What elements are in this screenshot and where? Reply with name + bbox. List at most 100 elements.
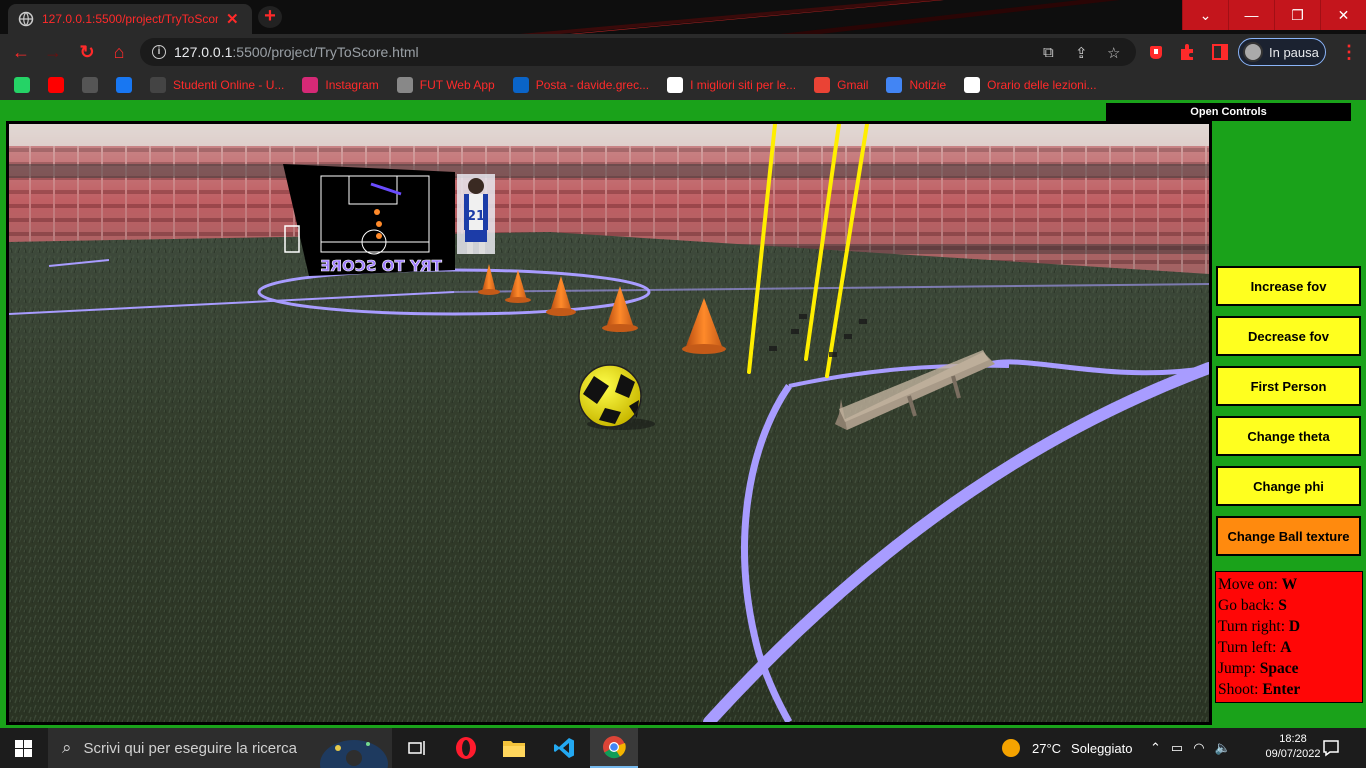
change-theta-button[interactable]: Change theta: [1216, 416, 1361, 456]
bookmarks-bar: Studenti Online - U... Instagram FUT Web A…: [0, 70, 1366, 100]
reload-icon[interactable]: ↻: [76, 41, 98, 63]
keybinding-action: Turn left:: [1218, 639, 1277, 656]
decrease-fov-button[interactable]: Decrease fov: [1216, 316, 1361, 356]
keybinding-key: W: [1281, 576, 1298, 593]
bookmark-item[interactable]: FUT Web App: [396, 77, 495, 93]
change-ball-texture-button[interactable]: Change Ball texture: [1216, 516, 1361, 556]
player-number: 21: [467, 209, 485, 224]
keybinding-key: D: [1288, 618, 1301, 635]
calendar-icon: [964, 77, 981, 93]
restore-button[interactable]: ❐: [1274, 0, 1320, 30]
youtube-icon: [48, 77, 64, 93]
avatar: [1243, 42, 1263, 62]
close-window-button[interactable]: ✕: [1320, 0, 1366, 30]
instagram-icon: [302, 77, 319, 93]
bookmark-item[interactable]: Studenti Online - U...: [150, 77, 284, 93]
bookmark-star-icon[interactable]: ☆: [1107, 44, 1120, 62]
clock-date: 09/07/2022: [1265, 748, 1321, 760]
url-text[interactable]: 127.0.0.1:5500/project/TryToScore.html: [174, 44, 419, 60]
increase-fov-button[interactable]: Increase fov: [1216, 266, 1361, 306]
keybinding-row: Turn left: A: [1218, 637, 1360, 658]
bookmark-item[interactable]: Gmail: [814, 77, 868, 93]
bookmark-item[interactable]: [116, 77, 132, 93]
extensions-puzzle-icon[interactable]: [1178, 42, 1198, 62]
keybinding-row: Turn right: D: [1218, 616, 1360, 637]
keybinding-action: Move on:: [1218, 576, 1278, 593]
keybinding-action: Go back:: [1218, 597, 1275, 614]
bookmark-item[interactable]: [14, 77, 30, 93]
whatsapp-icon: [14, 77, 30, 93]
bookmark-label: Orario delle lezioni...: [987, 78, 1097, 92]
open-controls-button[interactable]: Open Controls: [1106, 103, 1351, 121]
bookmark-label: I migliori siti per le...: [690, 78, 797, 92]
bookmark-label: Posta - davide.grec...: [535, 78, 650, 92]
speedtest-icon: [82, 77, 98, 93]
side-panel-icon[interactable]: [1210, 42, 1230, 62]
chevron-up-icon[interactable]: ⌃: [1150, 740, 1161, 756]
page-content: Open Controls TRY TO SCORE 21 Move on: W…: [0, 100, 1366, 728]
windows-start-icon[interactable]: [15, 740, 32, 757]
site-info-icon[interactable]: i: [152, 45, 166, 59]
outlook-icon: [512, 77, 529, 93]
tab-title: 127.0.0.1:5500/project/TryToScore.html: [42, 12, 218, 26]
close-tab-icon[interactable]: ✕: [226, 10, 239, 28]
chrome-icon[interactable]: [590, 728, 638, 768]
browser-tab-strip: 127.0.0.1:5500/project/TryToScore.html ✕…: [0, 0, 1366, 34]
menu-dots-icon[interactable]: ⋮: [1340, 42, 1358, 63]
battery-icon[interactable]: ▭: [1171, 740, 1183, 756]
keybinding-key: Space: [1259, 660, 1299, 677]
chevron-down-icon[interactable]: ⌄: [1182, 0, 1228, 30]
extension-hand-icon[interactable]: [1146, 42, 1166, 62]
file-explorer-icon[interactable]: [490, 728, 538, 768]
window-controls: ⌄ — ❐ ✕: [1182, 0, 1366, 30]
keybinding-row: Move on: W: [1218, 574, 1360, 595]
home-icon[interactable]: ⌂: [108, 41, 130, 63]
taskbar-clock[interactable]: 18:28 09/07/2022: [1258, 732, 1328, 762]
address-bar[interactable]: i 127.0.0.1:5500/project/TryToScore.html…: [140, 38, 1136, 66]
scene-3d[interactable]: TRY TO SCORE 21: [9, 124, 1209, 722]
game-canvas[interactable]: TRY TO SCORE 21: [6, 121, 1212, 725]
keybinding-action: Jump:: [1218, 660, 1256, 677]
back-arrow-icon[interactable]: ←: [10, 41, 32, 63]
bookmark-item[interactable]: Orario delle lezioni...: [964, 77, 1097, 93]
gmail-icon: [814, 77, 831, 93]
notifications-icon[interactable]: [1322, 728, 1340, 768]
board-text: TRY TO SCORE: [320, 257, 442, 275]
opera-icon[interactable]: [442, 728, 490, 768]
first-person-button[interactable]: First Person: [1216, 366, 1361, 406]
weather-condition: Soleggiato: [1071, 740, 1133, 756]
keybinding-action: Shoot:: [1218, 681, 1259, 698]
new-tab-button[interactable]: +: [258, 6, 282, 28]
profile-button[interactable]: In pausa: [1238, 38, 1326, 66]
minimize-button[interactable]: —: [1228, 0, 1274, 30]
bookmark-item[interactable]: [48, 77, 64, 93]
bookmark-item[interactable]: I migliori siti per le...: [667, 77, 796, 93]
profile-status: In pausa: [1269, 44, 1319, 60]
keybinding-key: Enter: [1262, 681, 1301, 698]
share-icon[interactable]: ⇪: [1075, 44, 1088, 62]
keybinding-row: Shoot: Enter: [1218, 679, 1360, 700]
wifi-icon[interactable]: ◠: [1193, 740, 1204, 756]
bookmark-item[interactable]: Posta - davide.grec...: [512, 77, 650, 93]
bookmark-item[interactable]: Notizie: [886, 77, 946, 93]
translate-icon[interactable]: ⧉: [1043, 44, 1054, 61]
vscode-icon[interactable]: [540, 728, 588, 768]
keybinding-row: Jump: Space: [1218, 658, 1360, 679]
bookmark-label: Instagram: [325, 78, 379, 92]
bookmark-item[interactable]: Instagram: [302, 77, 379, 93]
task-view-icon[interactable]: [394, 728, 442, 768]
keybindings-panel: Move on: W Go back: S Turn right: D Turn le…: [1215, 571, 1363, 703]
search-placeholder: Scrivi qui per eseguire la ricerca: [83, 739, 297, 757]
globe-icon: [18, 11, 34, 27]
volume-icon[interactable]: 🔈: [1215, 740, 1231, 756]
bookmark-item[interactable]: [82, 77, 98, 93]
search-highlight-icon[interactable]: [318, 734, 388, 768]
keybinding-key: S: [1278, 597, 1287, 614]
windows-taskbar: ⌕ Scrivi qui per eseguire la ricerca 27°…: [0, 728, 1366, 768]
browser-tab-active[interactable]: 127.0.0.1:5500/project/TryToScore.html ✕: [8, 4, 252, 34]
forward-arrow-icon[interactable]: →: [42, 41, 64, 63]
site-icon: [667, 77, 684, 93]
bookmark-label: Notizie: [909, 78, 947, 92]
change-phi-button[interactable]: Change phi: [1216, 466, 1361, 506]
weather-widget[interactable]: 27°C Soleggiato: [1002, 728, 1133, 768]
